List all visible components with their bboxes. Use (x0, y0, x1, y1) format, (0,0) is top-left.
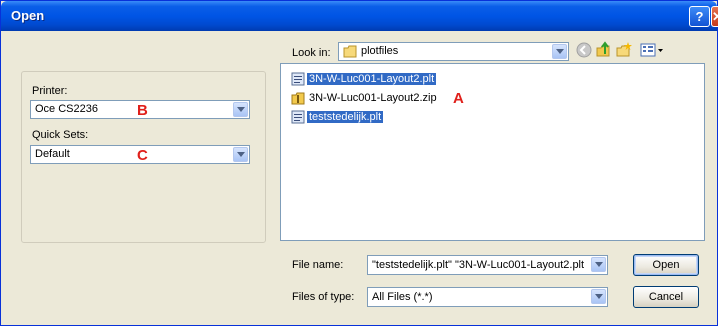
quick-sets-value: Default (35, 148, 70, 160)
chevron-down-icon[interactable] (233, 147, 248, 162)
file-name-input[interactable]: "teststedelijk.plt" "3N-W-Luc001-Layout2… (367, 255, 608, 275)
look-in-value: plotfiles (361, 45, 399, 57)
look-in-dropdown[interactable]: plotfiles (338, 42, 569, 61)
file-name-label: File name: (292, 259, 344, 271)
up-folder-icon[interactable] (595, 41, 613, 59)
annotation-b: B (137, 102, 148, 119)
cancel-button[interactable]: Cancel (633, 286, 699, 308)
chevron-down-icon[interactable] (591, 257, 606, 272)
quick-sets-label: Quick Sets: (32, 129, 89, 141)
file-name: 3N-W-Luc001-Layout2.zip (309, 92, 437, 104)
new-folder-icon[interactable] (615, 41, 633, 59)
annotation-c: C (137, 147, 148, 164)
open-button[interactable]: Open (633, 254, 699, 276)
look-in-label: Look in: (292, 47, 331, 59)
file-name: 3N-W-Luc001-Layout2.plt (307, 73, 437, 85)
zip-folder-icon (291, 92, 305, 105)
chevron-down-icon[interactable] (552, 44, 567, 59)
printer-label: Printer: (32, 85, 68, 97)
plot-file-icon (291, 72, 305, 86)
file-name: teststedelijk.plt (307, 111, 384, 123)
file-name-value: "teststedelijk.plt" "3N-W-Luc001-Layout2… (372, 259, 585, 271)
title-bar: Open ? ✕ (1, 1, 718, 31)
chevron-down-icon[interactable] (233, 102, 248, 117)
file-type-dropdown[interactable]: All Files (*.*) (367, 287, 608, 307)
chevron-down-icon[interactable] (591, 289, 606, 304)
annotation-a: A (453, 90, 464, 107)
dialog-title: Open (11, 8, 45, 23)
file-type-label: Files of type: (292, 291, 355, 303)
file-type-value: All Files (*.*) (372, 291, 433, 303)
back-icon[interactable] (575, 41, 593, 59)
plot-file-icon (291, 110, 305, 124)
view-menu-icon[interactable] (639, 41, 665, 59)
close-button[interactable]: ✕ (711, 6, 718, 27)
open-dialog: Open ? ✕ Look in: plotfiles Printer: Oce… (0, 0, 718, 326)
folder-icon (343, 45, 357, 58)
printer-value: Oce CS2236 (35, 103, 98, 115)
file-list[interactable]: 3N-W-Luc001-Layout2.plt 3N-W-Luc001-Layo… (280, 63, 705, 241)
help-button[interactable]: ? (689, 6, 710, 27)
